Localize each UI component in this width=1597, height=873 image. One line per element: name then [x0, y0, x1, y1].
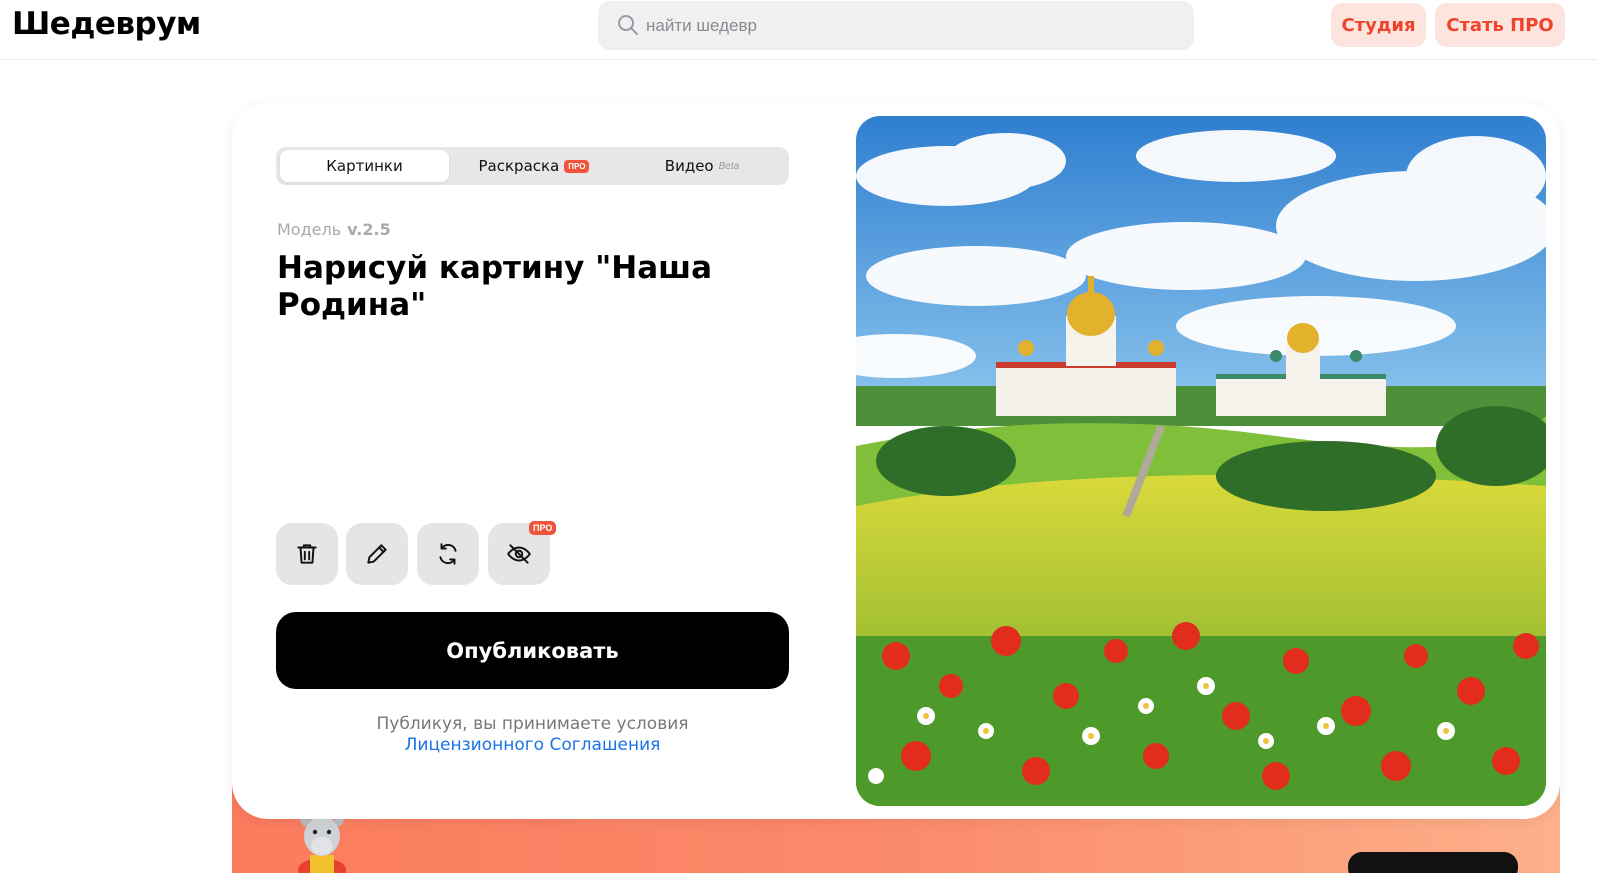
- studio-button[interactable]: Студия: [1331, 3, 1426, 47]
- license-agreement-link[interactable]: Лицензионного Соглашения: [276, 735, 789, 756]
- model-label: Модель: [277, 220, 342, 239]
- mode-tabs: Картинки Раскраска ПРО Видео Beta: [276, 147, 789, 185]
- tab-coloring[interactable]: Раскраска ПРО: [449, 150, 619, 182]
- terms-notice: Публикуя, вы принимаете условия Лицензио…: [276, 714, 789, 756]
- pro-badge: ПРО: [564, 159, 590, 173]
- edit-button[interactable]: [346, 523, 408, 585]
- refresh-icon: [439, 543, 457, 565]
- delete-button[interactable]: [276, 523, 338, 585]
- tab-label: Раскраска: [478, 157, 560, 175]
- prompt-text: Нарисуй картину "Наша Родина": [277, 250, 712, 323]
- pro-badge: ПРО: [529, 521, 557, 535]
- tab-label: Картинки: [326, 157, 403, 175]
- model-info: Модель v.2.5: [277, 220, 391, 239]
- trash-icon: [297, 544, 317, 564]
- banner-button[interactable]: [1348, 852, 1518, 873]
- become-pro-button[interactable]: Стать ПРО: [1435, 3, 1565, 47]
- tab-images[interactable]: Картинки: [280, 150, 449, 182]
- search-box[interactable]: [598, 1, 1194, 50]
- eye-off-icon: [507, 544, 531, 564]
- pencil-icon: [367, 544, 387, 564]
- top-bar: Шедеврум Студия Стать ПРО: [0, 0, 1597, 60]
- model-version: v.2.5: [347, 220, 391, 239]
- terms-text: Публикуя, вы принимаете условия: [376, 714, 689, 734]
- tab-label: Видео: [664, 157, 714, 175]
- beta-badge: Beta: [718, 160, 740, 172]
- regenerate-button[interactable]: [417, 523, 479, 585]
- generated-image[interactable]: [856, 116, 1546, 806]
- tab-video[interactable]: Видео Beta: [619, 150, 785, 182]
- publish-button[interactable]: Опубликовать: [276, 612, 789, 689]
- search-icon: [618, 15, 638, 35]
- logo[interactable]: Шедеврум: [12, 6, 201, 42]
- search-input[interactable]: [646, 1, 1166, 50]
